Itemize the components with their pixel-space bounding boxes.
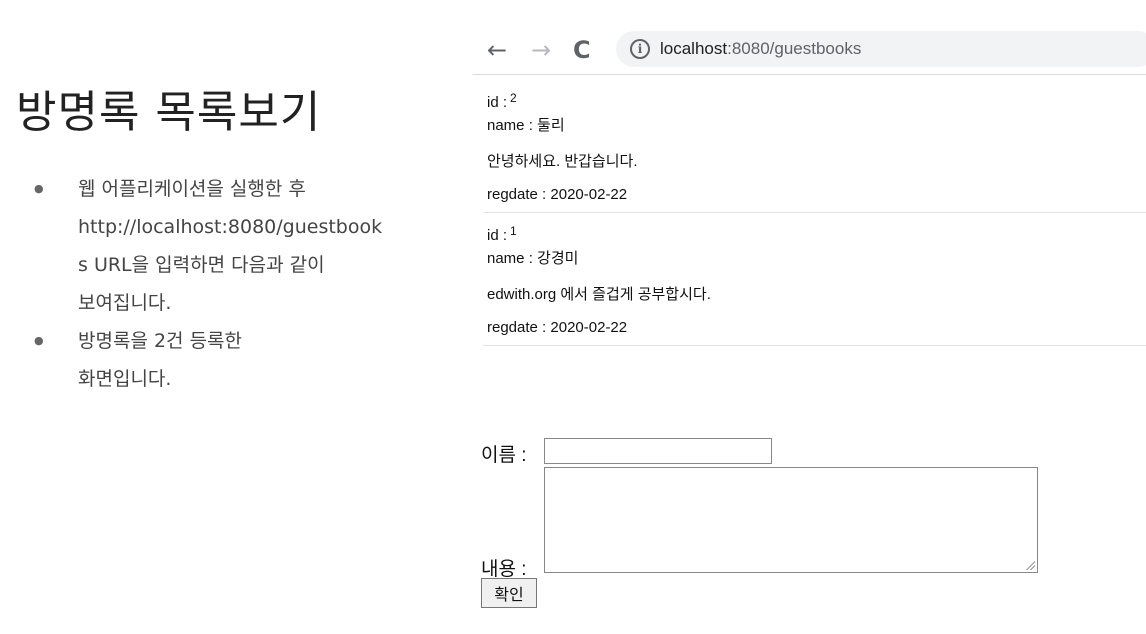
guestbook-entry: id :1 name : 강경미 edwith.org 에서 즐겁게 공부합시다… xyxy=(483,213,1146,346)
content-textarea[interactable] xyxy=(544,467,1038,573)
guestbook-entry: id :2 name : 둘리 안녕하세요. 반갑습니다. regdate : … xyxy=(483,82,1146,213)
bullet-line: http://localhost:8080/guestbook xyxy=(78,216,383,238)
entry-name: 강경미 xyxy=(537,250,579,267)
content-field-label: 내용 : xyxy=(481,559,527,580)
entry-regdate-line: regdate : 2020-02-22 xyxy=(487,186,627,203)
regdate-label: regdate : xyxy=(487,186,547,203)
id-label: id : xyxy=(487,227,508,244)
entry-id: 1 xyxy=(510,224,517,238)
bullet-line: 웹 어플리케이션을 실행한 후 xyxy=(78,178,306,200)
resize-handle-icon[interactable] xyxy=(1025,560,1035,570)
entry-regdate: 2020-02-22 xyxy=(550,319,628,336)
browser-toolbar: ← → C i localhost:8080/guestbooks xyxy=(473,22,1146,75)
entry-id: 2 xyxy=(510,91,517,105)
bullet-list: 웹 어플리케이션을 실행한 후 http://localhost:8080/gu… xyxy=(34,170,383,398)
entry-id-line: id :2 xyxy=(487,91,517,111)
name-field-label: 이름 : xyxy=(481,445,527,466)
url-host: localhost xyxy=(660,39,728,58)
entry-content: edwith.org 에서 즐겁게 공부합시다. xyxy=(487,286,711,303)
entry-name-line: name : 강경미 xyxy=(487,247,578,268)
name-label: name : xyxy=(487,250,533,267)
url-path: :8080/guestbooks xyxy=(727,39,862,58)
bullet-line: 보여집니다. xyxy=(78,292,172,314)
reload-icon[interactable]: C xyxy=(573,38,591,62)
bullet-item: 웹 어플리케이션을 실행한 후 http://localhost:8080/gu… xyxy=(34,170,383,322)
entry-content: 안녕하세요. 반갑습니다. xyxy=(487,153,638,170)
slide-title: 방명록 목록보기 xyxy=(16,87,322,138)
id-label: id : xyxy=(487,94,508,111)
regdate-label: regdate : xyxy=(487,319,547,336)
entry-name-line: name : 둘리 xyxy=(487,114,565,135)
url-text[interactable]: localhost:8080/guestbooks xyxy=(660,39,861,59)
entry-regdate-line: regdate : 2020-02-22 xyxy=(487,319,627,336)
address-bar[interactable]: i localhost:8080/guestbooks xyxy=(616,31,1146,67)
back-arrow-icon[interactable]: ← xyxy=(487,38,507,62)
entry-name: 둘리 xyxy=(537,117,565,134)
bullet-line: 방명록을 2건 등록한 xyxy=(78,330,243,352)
bullet-line: s URL을 입력하면 다음과 같이 xyxy=(78,254,325,276)
submit-button[interactable]: 확인 xyxy=(481,578,537,608)
browser-window: ← → C i localhost:8080/guestbooks id :2 … xyxy=(473,22,1146,634)
name-input[interactable] xyxy=(544,438,772,464)
entry-id-line: id :1 xyxy=(487,224,517,244)
name-label: name : xyxy=(487,117,533,134)
entry-regdate: 2020-02-22 xyxy=(550,186,628,203)
info-icon[interactable]: i xyxy=(630,39,650,59)
bullet-line: 화면입니다. xyxy=(78,368,172,390)
bullet-item: 방명록을 2건 등록한 화면입니다. xyxy=(34,322,374,398)
forward-arrow-icon[interactable]: → xyxy=(531,38,551,62)
